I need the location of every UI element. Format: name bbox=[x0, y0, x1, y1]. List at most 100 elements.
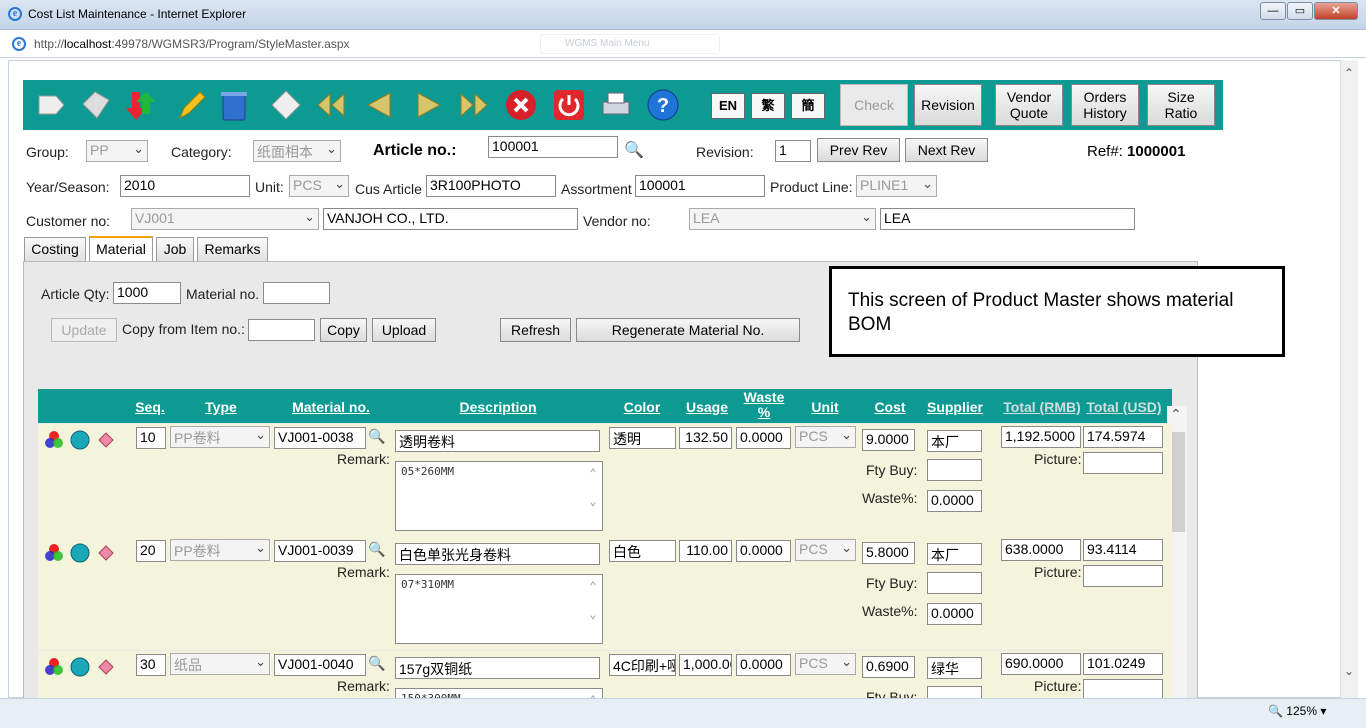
waste-pct-input[interactable]: 0.0000 bbox=[927, 603, 982, 625]
tab-costing[interactable]: Costing bbox=[24, 237, 86, 261]
printer-icon[interactable] bbox=[598, 87, 634, 123]
revision-button[interactable]: Revision bbox=[914, 84, 982, 126]
material-search-icon[interactable]: 🔍 bbox=[368, 655, 385, 672]
status-dot-icon[interactable] bbox=[70, 657, 90, 677]
unit-select[interactable]: PCS ⌄ bbox=[289, 175, 349, 197]
col-color[interactable]: Color bbox=[614, 399, 670, 415]
waste-input[interactable]: 0.0000 bbox=[736, 540, 791, 562]
vendor-no-select[interactable]: LEA ⌄ bbox=[689, 208, 876, 230]
product-line-select[interactable]: PLINE1 ⌄ bbox=[856, 175, 937, 197]
size-ratio-button[interactable]: Size Ratio bbox=[1147, 84, 1215, 126]
tag-icon[interactable] bbox=[96, 543, 116, 563]
diamond-icon[interactable] bbox=[268, 87, 304, 123]
waste-input[interactable]: 0.0000 bbox=[736, 654, 791, 676]
type-select[interactable]: PP卷料 ⌄ bbox=[170, 539, 270, 561]
revision-input[interactable]: 1 bbox=[775, 140, 811, 162]
supplier-input[interactable]: 本厂 bbox=[927, 430, 982, 452]
ghost-tab[interactable]: WGMS Main Menu bbox=[540, 34, 720, 54]
url-text[interactable]: http://localhost:49978/WGMSR3/Program/St… bbox=[34, 37, 350, 51]
total-rmb-input[interactable]: 638.0000 bbox=[1001, 539, 1081, 561]
seq-input[interactable]: 10 bbox=[136, 427, 166, 449]
cus-article-input[interactable]: 3R100PHOTO bbox=[426, 175, 556, 197]
fty-buy-input[interactable] bbox=[927, 572, 982, 594]
page-scrollbar[interactable]: ⌃ ⌄ bbox=[1340, 60, 1358, 698]
remark-textarea[interactable]: 05*260MM ⌃ ⌄ bbox=[395, 461, 603, 531]
status-dot-icon[interactable] bbox=[70, 430, 90, 450]
year-season-input[interactable]: 2010 bbox=[120, 175, 250, 197]
remark-scroll-icon[interactable]: ⌃⌄ bbox=[586, 579, 600, 637]
help-icon[interactable]: ? bbox=[645, 87, 681, 123]
address-bar[interactable]: e http://localhost:49978/WGMSR3/Program/… bbox=[0, 30, 1366, 58]
category-select[interactable]: 纸面相本 ⌄ bbox=[253, 140, 341, 162]
material-search-icon[interactable]: 🔍 bbox=[368, 428, 385, 445]
col-total-usd[interactable]: Total (USD) bbox=[1084, 399, 1164, 415]
article-no-input[interactable]: 100001 bbox=[488, 136, 618, 158]
description-input[interactable]: 157g双铜纸 bbox=[395, 657, 600, 679]
picture-input[interactable] bbox=[1083, 565, 1163, 587]
orders-history-button[interactable]: Orders History bbox=[1071, 84, 1139, 126]
supplier-input[interactable]: 绿华 bbox=[927, 657, 982, 679]
usage-input[interactable]: 110.00 bbox=[679, 540, 732, 562]
tab-material[interactable]: Material bbox=[89, 236, 153, 261]
cost-input[interactable]: 0.6900 bbox=[862, 656, 915, 678]
edit-pencil-icon[interactable] bbox=[173, 87, 209, 123]
picture-input[interactable] bbox=[1083, 452, 1163, 474]
assortment-input[interactable]: 100001 bbox=[635, 175, 765, 197]
power-exit-icon[interactable] bbox=[551, 87, 587, 123]
previous-record-icon[interactable] bbox=[361, 87, 397, 123]
page-scroll-down-icon[interactable]: ⌄ bbox=[1344, 664, 1354, 678]
copy-icon[interactable] bbox=[78, 87, 114, 123]
seq-input[interactable]: 20 bbox=[136, 540, 166, 562]
material-no-cell[interactable]: VJ001-0039 bbox=[274, 540, 366, 562]
first-record-icon[interactable] bbox=[313, 87, 349, 123]
last-record-icon[interactable] bbox=[456, 87, 492, 123]
color-wheel-icon[interactable] bbox=[44, 543, 64, 563]
material-no-cell[interactable]: VJ001-0038 bbox=[274, 427, 366, 449]
usage-input[interactable]: 132.50 bbox=[679, 427, 732, 449]
color-wheel-icon[interactable] bbox=[44, 657, 64, 677]
tag-icon[interactable] bbox=[96, 430, 116, 450]
total-usd-input[interactable]: 174.5974 bbox=[1083, 426, 1163, 448]
unit-select-cell[interactable]: PCS ⌄ bbox=[795, 539, 856, 561]
seq-input[interactable]: 30 bbox=[136, 654, 166, 676]
prev-rev-button[interactable]: Prev Rev bbox=[817, 138, 900, 162]
next-record-icon[interactable] bbox=[411, 87, 447, 123]
search-icon[interactable]: 🔍 bbox=[624, 140, 644, 160]
copy-button[interactable]: Copy bbox=[320, 318, 367, 342]
next-rev-button[interactable]: Next Rev bbox=[905, 138, 988, 162]
customer-name-input[interactable]: VANJOH CO., LTD. bbox=[323, 208, 578, 230]
unit-select-cell[interactable]: PCS ⌄ bbox=[795, 426, 856, 448]
total-rmb-input[interactable]: 690.0000 bbox=[1001, 653, 1081, 675]
description-input[interactable]: 白色单张光身卷料 bbox=[395, 543, 600, 565]
status-dot-icon[interactable] bbox=[70, 543, 90, 563]
copy-from-input[interactable] bbox=[248, 319, 315, 341]
new-page-icon[interactable] bbox=[33, 87, 69, 123]
maximize-button[interactable]: ▭ bbox=[1287, 2, 1313, 20]
color-input[interactable]: 4C印刷+哑 bbox=[609, 654, 676, 676]
vendor-name-input[interactable]: LEA bbox=[880, 208, 1135, 230]
page-scroll-up-icon[interactable]: ⌃ bbox=[1344, 66, 1354, 80]
col-supplier[interactable]: Supplier bbox=[924, 399, 986, 415]
supplier-input[interactable]: 本厂 bbox=[927, 543, 982, 565]
total-rmb-input[interactable]: 1,192.5000 bbox=[1001, 426, 1081, 448]
check-button[interactable]: Check bbox=[840, 84, 908, 126]
upload-button[interactable]: Upload bbox=[372, 318, 436, 342]
regenerate-material-button[interactable]: Regenerate Material No. bbox=[576, 318, 800, 342]
col-seq[interactable]: Seq. bbox=[128, 399, 172, 415]
col-type[interactable]: Type bbox=[196, 399, 246, 415]
col-material-no[interactable]: Material no. bbox=[283, 399, 379, 415]
lang-simplified-button[interactable]: 簡 bbox=[791, 93, 825, 119]
col-description[interactable]: Description bbox=[448, 399, 548, 415]
customer-no-select[interactable]: VJ001 ⌄ bbox=[131, 208, 319, 230]
close-window-button[interactable]: ✕ bbox=[1314, 2, 1358, 20]
lang-en-button[interactable]: EN bbox=[711, 93, 745, 119]
material-no-input[interactable] bbox=[263, 282, 330, 304]
cost-input[interactable]: 9.0000 bbox=[862, 429, 915, 451]
vendor-quote-button[interactable]: Vendor Quote bbox=[995, 84, 1063, 126]
minimize-button[interactable]: — bbox=[1260, 2, 1286, 20]
cost-input[interactable]: 5.8000 bbox=[862, 542, 915, 564]
tag-icon[interactable] bbox=[96, 657, 116, 677]
group-select[interactable]: PP ⌄ bbox=[86, 140, 148, 162]
type-select[interactable]: PP卷料 ⌄ bbox=[170, 426, 270, 448]
total-usd-input[interactable]: 101.0249 bbox=[1083, 653, 1163, 675]
